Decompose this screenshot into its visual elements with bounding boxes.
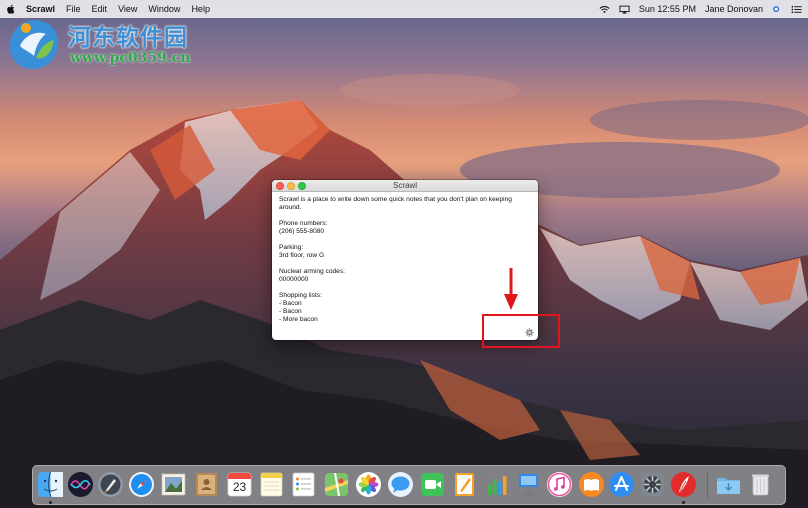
running-indicator (49, 501, 52, 504)
menu-file[interactable]: File (66, 4, 81, 14)
finder-icon[interactable] (37, 471, 64, 498)
keynote-icon[interactable] (515, 471, 542, 498)
menu-view[interactable]: View (118, 4, 137, 14)
mail-icon[interactable] (160, 471, 187, 498)
wifi-icon[interactable] (599, 5, 610, 14)
window-titlebar[interactable]: Scrawl (272, 180, 538, 192)
note-line: Shopping lists: (279, 292, 322, 299)
facetime-icon[interactable] (419, 471, 446, 498)
menu-app-name[interactable]: Scrawl (26, 4, 55, 14)
note-line: 3rd floor, row G (279, 252, 325, 259)
note-line: Nuclear arming codes: (279, 268, 345, 275)
maps-icon[interactable] (323, 471, 350, 498)
messages-icon[interactable] (387, 471, 414, 498)
dock-separator (707, 472, 708, 499)
desktop: Scrawl File Edit View Window Help Sun 12… (0, 0, 808, 508)
notification-center-icon[interactable] (791, 5, 802, 14)
safari-icon[interactable] (128, 471, 155, 498)
running-indicator (682, 501, 685, 504)
annotation-highlight-box (482, 314, 560, 348)
dock: 23 (32, 465, 786, 505)
window-title: Scrawl (392, 181, 417, 190)
watermark-url: www.pc0359.cn (70, 50, 191, 66)
ibooks-icon[interactable] (578, 471, 605, 498)
note-line: (206) 555-8080 (279, 228, 325, 235)
calendar-day: 23 (232, 480, 247, 494)
numbers-icon[interactable] (483, 471, 510, 498)
itunes-icon[interactable] (546, 471, 573, 498)
watermark-title: 河东软件园 (68, 24, 188, 51)
spotlight-icon[interactable] (772, 5, 782, 14)
app-store-icon[interactable] (608, 471, 635, 498)
menu-edit[interactable]: Edit (92, 4, 108, 14)
pages-icon[interactable] (451, 471, 478, 498)
contacts-icon[interactable] (193, 471, 220, 498)
note-line: Parking: (279, 244, 304, 251)
downloads-folder-icon[interactable] (715, 471, 742, 498)
apple-menu-icon[interactable] (6, 4, 15, 14)
note-line (279, 284, 531, 292)
trash-icon[interactable] (747, 471, 774, 498)
scrawl-icon[interactable] (670, 471, 697, 498)
photos-icon[interactable] (355, 471, 382, 498)
airplay-icon[interactable] (619, 5, 630, 14)
note-text-area[interactable]: Scrawl is a place to write down some qui… (272, 192, 538, 324)
note-line: around. (279, 204, 302, 211)
note-line (279, 212, 531, 220)
menu-window[interactable]: Window (148, 4, 180, 14)
note-line: 00000000 (279, 276, 309, 283)
menu-help[interactable]: Help (191, 4, 210, 14)
note-line: - Bacon (279, 300, 302, 307)
menu-user[interactable]: Jane Donovan (705, 4, 763, 14)
watermark: 河东软件园 www.pc0359.cn (4, 14, 214, 76)
annotation-arrow-icon (504, 268, 518, 310)
siri-icon[interactable] (67, 471, 94, 498)
reminders-icon[interactable] (290, 471, 317, 498)
watermark-logo-icon (9, 20, 59, 69)
note-line (279, 260, 531, 268)
launchpad-icon[interactable] (97, 471, 124, 498)
note-line (279, 236, 531, 244)
note-line: Scrawl is a place to write down some qui… (279, 196, 512, 203)
menu-clock[interactable]: Sun 12:55 PM (639, 4, 696, 14)
notes-icon[interactable] (258, 471, 285, 498)
calendar-icon[interactable]: 23 (226, 471, 253, 498)
note-line: Phone numbers: (279, 220, 328, 227)
system-preferences-icon[interactable] (639, 471, 666, 498)
